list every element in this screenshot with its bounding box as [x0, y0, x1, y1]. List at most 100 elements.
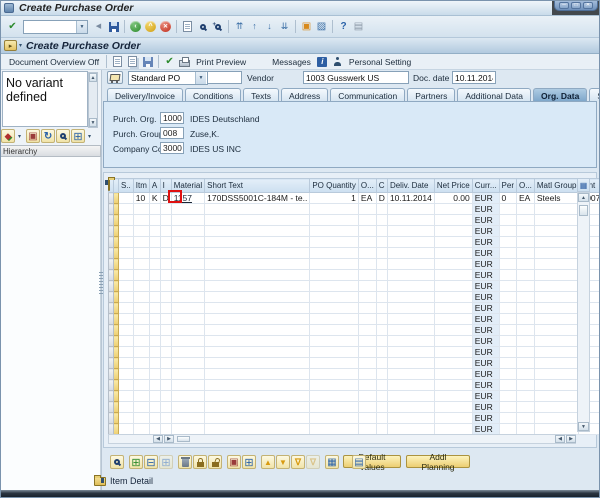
- cell-oun[interactable]: [358, 259, 376, 270]
- cell-net-price[interactable]: [434, 215, 472, 226]
- cell-opu[interactable]: [517, 380, 535, 391]
- empty-item-row[interactable]: EUR: [109, 281, 600, 292]
- cell-status[interactable]: [119, 292, 134, 303]
- col-header-short-text[interactable]: Short Text: [205, 179, 310, 193]
- cell-itm[interactable]: [133, 358, 149, 369]
- cell-status[interactable]: [119, 314, 134, 325]
- cell-opu[interactable]: [517, 402, 535, 413]
- cell-short-text[interactable]: [205, 358, 310, 369]
- cell-opu[interactable]: [517, 270, 535, 281]
- cell-per[interactable]: [499, 424, 516, 435]
- cell-c[interactable]: [376, 281, 387, 292]
- cell-matl-group[interactable]: [534, 204, 579, 215]
- cell-per[interactable]: [499, 215, 516, 226]
- cell-net-price[interactable]: [434, 204, 472, 215]
- enter-check-icon[interactable]: [5, 19, 20, 34]
- cell-i[interactable]: [160, 369, 171, 380]
- minimize-icon[interactable]: [559, 2, 569, 9]
- cell-net-price[interactable]: [434, 237, 472, 248]
- cell-material[interactable]: [171, 402, 204, 413]
- cell-short-text[interactable]: [205, 270, 310, 281]
- cell-itm[interactable]: [133, 336, 149, 347]
- cell-currency[interactable]: EUR: [472, 413, 499, 424]
- cell-status[interactable]: [119, 391, 134, 402]
- cell-material[interactable]: [171, 281, 204, 292]
- cell-po-quantity[interactable]: [310, 259, 359, 270]
- select-layout-icon[interactable]: [242, 455, 256, 469]
- cell-a[interactable]: [149, 292, 160, 303]
- cell-itm[interactable]: [133, 369, 149, 380]
- create-shortcut-icon[interactable]: [314, 19, 329, 34]
- cell-po-quantity[interactable]: [310, 303, 359, 314]
- col-header-a[interactable]: A: [149, 179, 160, 193]
- cell-currency[interactable]: EUR: [472, 281, 499, 292]
- back-icon[interactable]: [128, 19, 143, 34]
- cell-short-text[interactable]: [205, 402, 310, 413]
- cell-a[interactable]: [149, 424, 160, 435]
- cell-opu[interactable]: [517, 424, 535, 435]
- cell-deliv-date[interactable]: [387, 413, 434, 424]
- cell-status[interactable]: [119, 226, 134, 237]
- cell-a[interactable]: [149, 402, 160, 413]
- previous-page-icon[interactable]: [247, 19, 262, 34]
- cell-opu[interactable]: [517, 248, 535, 259]
- panel-splitter-handle[interactable]: [99, 272, 103, 294]
- cell-opu[interactable]: EA: [517, 193, 535, 204]
- cell-oun[interactable]: [358, 358, 376, 369]
- cell-status[interactable]: [119, 281, 134, 292]
- cell-per[interactable]: 0: [499, 193, 516, 204]
- hold-icon[interactable]: [140, 54, 155, 69]
- cell-status[interactable]: [119, 259, 134, 270]
- cancel-icon[interactable]: [158, 19, 173, 34]
- cell-per[interactable]: [499, 369, 516, 380]
- cell-per[interactable]: [499, 259, 516, 270]
- cell-oun[interactable]: [358, 336, 376, 347]
- new-session-icon[interactable]: [299, 19, 314, 34]
- col-header-itm[interactable]: Itm: [133, 179, 149, 193]
- history-back-icon[interactable]: [91, 19, 106, 34]
- cell-itm[interactable]: 10: [133, 193, 149, 204]
- cell-short-text[interactable]: [205, 424, 310, 435]
- cell-matl-group[interactable]: [534, 270, 579, 281]
- cell-matl-group[interactable]: [534, 226, 579, 237]
- cell-c[interactable]: [376, 413, 387, 424]
- cell-deliv-date[interactable]: [387, 402, 434, 413]
- cell-per[interactable]: [499, 380, 516, 391]
- cell-currency[interactable]: EUR: [472, 424, 499, 435]
- cell-material[interactable]: [171, 380, 204, 391]
- cell-short-text[interactable]: [205, 215, 310, 226]
- cell-oun[interactable]: EA: [358, 193, 376, 204]
- cell-a[interactable]: [149, 347, 160, 358]
- cell-currency[interactable]: EUR: [472, 193, 499, 204]
- cell-opu[interactable]: [517, 281, 535, 292]
- cell-per[interactable]: [499, 303, 516, 314]
- cell-c[interactable]: [376, 424, 387, 435]
- cell-c[interactable]: [376, 380, 387, 391]
- print-icon[interactable]: [180, 19, 195, 34]
- cell-material[interactable]: [171, 248, 204, 259]
- cell-matl-group[interactable]: [534, 402, 579, 413]
- notes-icon[interactable]: [352, 455, 366, 469]
- cell-opu[interactable]: [517, 215, 535, 226]
- cell-itm[interactable]: [133, 347, 149, 358]
- cell-i[interactable]: [160, 402, 171, 413]
- other-purchase-order-icon[interactable]: [125, 54, 140, 69]
- cell-matl-group[interactable]: [534, 325, 579, 336]
- cell-c[interactable]: [376, 292, 387, 303]
- tab-address[interactable]: Address: [281, 88, 328, 101]
- cell-net-price[interactable]: [434, 369, 472, 380]
- cell-status[interactable]: [119, 380, 134, 391]
- cell-deliv-date[interactable]: [387, 325, 434, 336]
- purch-group-field[interactable]: 008: [160, 127, 184, 139]
- purch-org-field[interactable]: 1000: [160, 112, 184, 124]
- cell-c[interactable]: [376, 204, 387, 215]
- scroll-up-icon[interactable]: [578, 193, 589, 202]
- cell-matl-group[interactable]: [534, 314, 579, 325]
- cell-oun[interactable]: [358, 314, 376, 325]
- cell-currency[interactable]: EUR: [472, 369, 499, 380]
- delete-item-icon[interactable]: [178, 455, 192, 469]
- cell-itm[interactable]: [133, 248, 149, 259]
- company-code-field[interactable]: 3000: [160, 142, 184, 154]
- command-field[interactable]: [24, 21, 76, 33]
- cell-currency[interactable]: EUR: [472, 336, 499, 347]
